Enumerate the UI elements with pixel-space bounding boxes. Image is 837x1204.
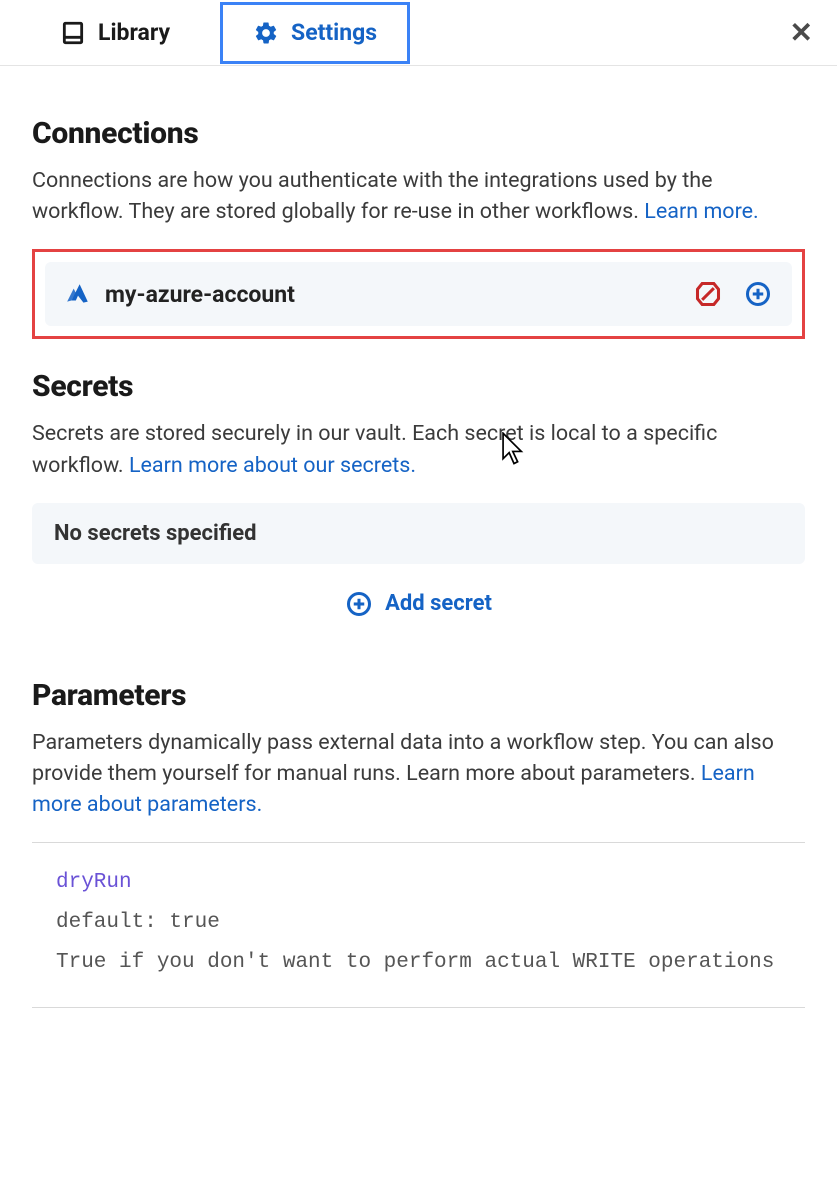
gear-icon xyxy=(253,20,279,46)
library-icon xyxy=(60,20,86,46)
tab-settings-label: Settings xyxy=(291,19,377,46)
parameters-description: Parameters dynamically pass external dat… xyxy=(32,727,805,821)
parameter-default: default: true xyxy=(56,903,781,943)
add-secret-label: Add secret xyxy=(385,591,492,616)
settings-content: Connections Connections are how you auth… xyxy=(0,66,837,1048)
parameter-name: dryRun xyxy=(56,863,781,903)
connections-heading: Connections xyxy=(32,116,805,151)
add-connection-icon[interactable] xyxy=(744,280,772,308)
tab-library-label: Library xyxy=(98,19,170,46)
connection-actions xyxy=(694,280,772,308)
secrets-heading: Secrets xyxy=(32,369,805,404)
add-secret-button[interactable]: Add secret xyxy=(32,590,805,618)
secrets-empty-state: No secrets specified xyxy=(32,503,805,564)
connections-description: Connections are how you authenticate wit… xyxy=(32,165,805,227)
parameters-heading: Parameters xyxy=(32,678,805,713)
add-icon xyxy=(345,590,373,618)
connection-highlight-box: my-azure-account xyxy=(32,249,805,339)
parameter-block: dryRun default: true True if you don't w… xyxy=(32,842,805,1008)
close-icon[interactable]: ✕ xyxy=(790,19,813,47)
tab-bar: Library Settings ✕ xyxy=(0,0,837,66)
connection-name: my-azure-account xyxy=(105,281,680,308)
azure-icon xyxy=(65,281,91,307)
connections-learn-more-link[interactable]: Learn more. xyxy=(644,199,758,224)
parameter-description: True if you don't want to perform actual… xyxy=(56,943,781,983)
tab-settings[interactable]: Settings xyxy=(220,2,410,64)
secrets-learn-more-link[interactable]: Learn more about our secrets. xyxy=(129,453,416,478)
block-icon[interactable] xyxy=(694,280,722,308)
tab-library[interactable]: Library xyxy=(30,2,200,64)
connection-row[interactable]: my-azure-account xyxy=(45,262,792,326)
secrets-description: Secrets are stored securely in our vault… xyxy=(32,418,805,480)
